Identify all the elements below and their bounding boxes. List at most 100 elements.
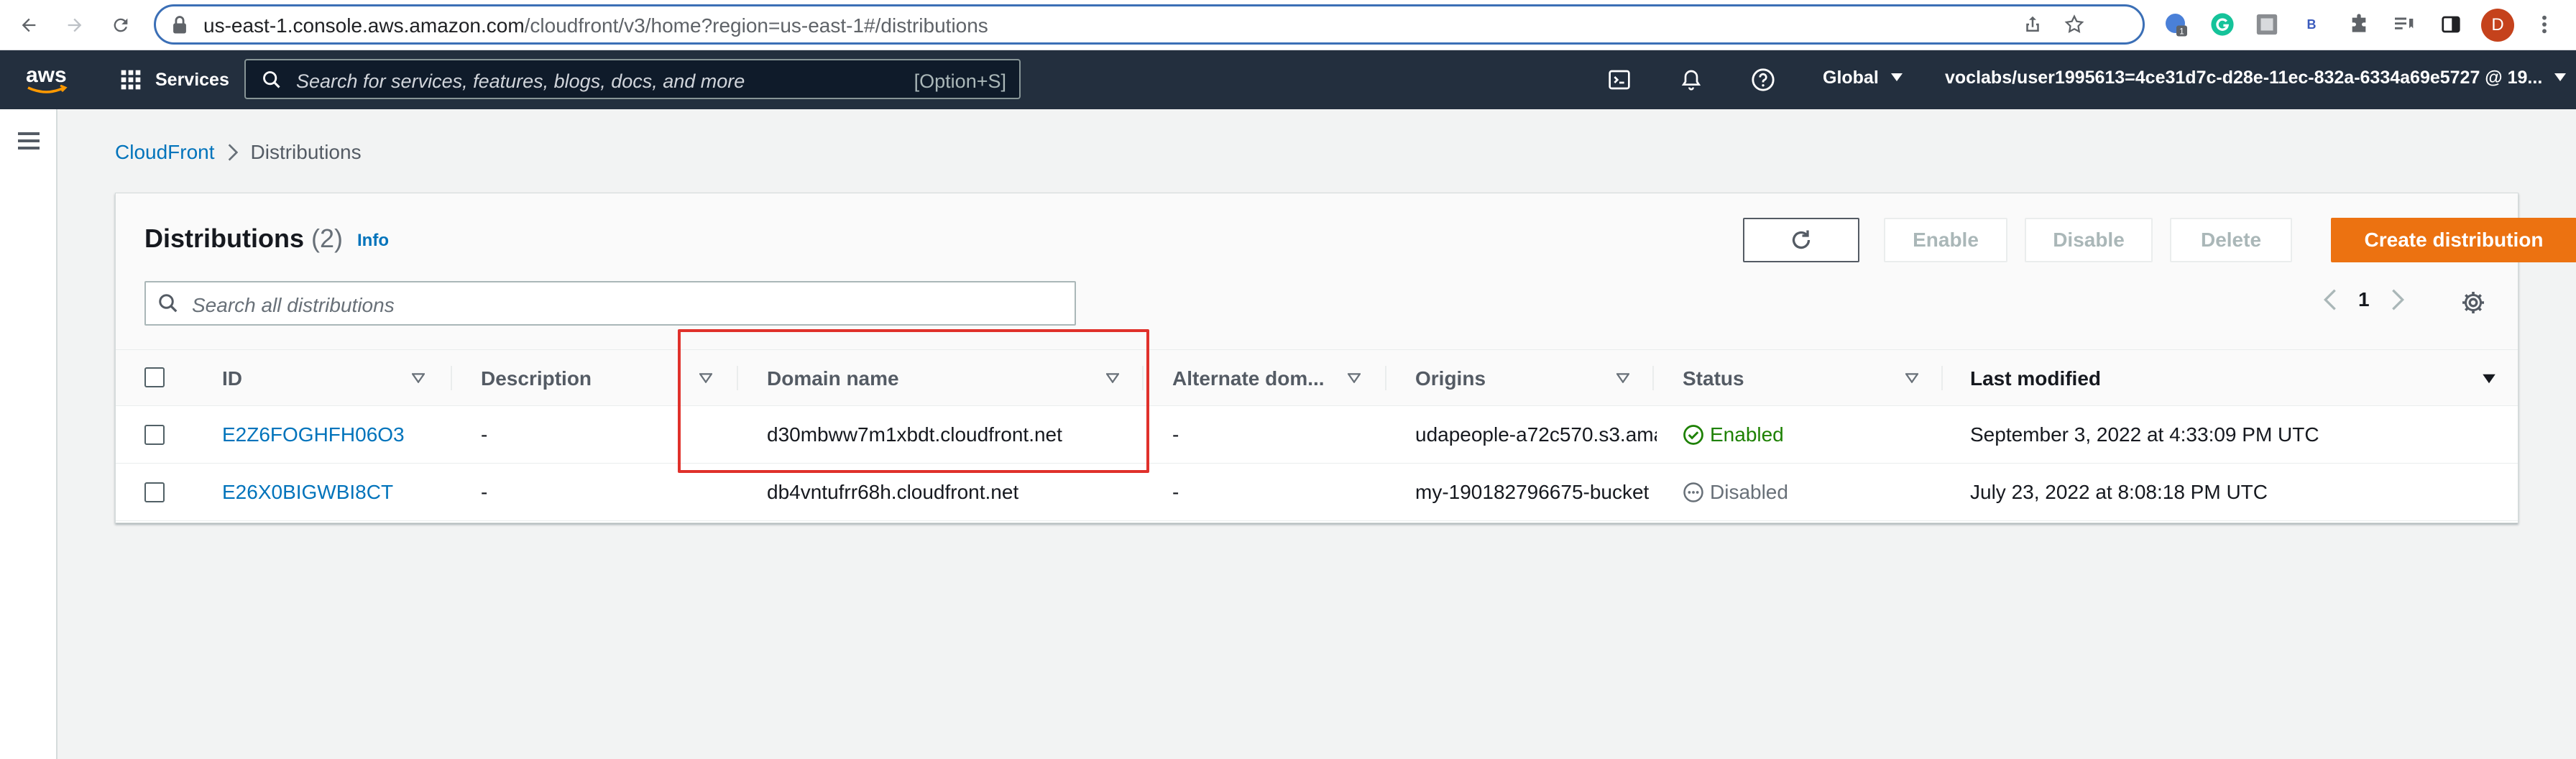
refresh-button[interactable] bbox=[1743, 218, 1859, 262]
caret-down-icon bbox=[1890, 73, 1903, 81]
browser-toolbar: us-east-1.console.aws.amazon.com/cloudfr… bbox=[0, 0, 2576, 50]
select-all-checkbox[interactable] bbox=[144, 367, 165, 387]
column-origins[interactable]: Origins bbox=[1415, 367, 1486, 390]
search-placeholder: Search all distributions bbox=[192, 294, 395, 316]
ellipsis-circle-icon bbox=[1683, 482, 1703, 502]
column-last-modified[interactable]: Last modified bbox=[1970, 367, 2101, 390]
breadcrumb-distributions: Distributions bbox=[250, 141, 362, 163]
help-icon[interactable] bbox=[1748, 65, 1778, 95]
column-divider[interactable] bbox=[1385, 366, 1386, 390]
search-placeholder: Search for services, features, blogs, do… bbox=[296, 70, 745, 92]
info-link[interactable]: Info bbox=[357, 231, 389, 251]
column-divider[interactable] bbox=[451, 366, 452, 390]
description-cell: - bbox=[481, 481, 488, 503]
account-label: voclabs/user1995613=4ce31d7c-d28e-11ec-8… bbox=[1945, 68, 2543, 88]
chrome-menu-icon[interactable] bbox=[2530, 10, 2559, 39]
status-badge: Disabled bbox=[1683, 481, 1788, 504]
image-extension-icon[interactable] bbox=[2253, 10, 2281, 39]
previous-page-icon[interactable] bbox=[2324, 289, 2337, 310]
page-title: Distributions (2) bbox=[144, 224, 343, 254]
side-navigation-rail bbox=[0, 109, 58, 759]
chevron-right-icon bbox=[228, 144, 238, 161]
profile-avatar[interactable]: D bbox=[2481, 9, 2514, 42]
current-page[interactable]: 1 bbox=[2358, 288, 2370, 311]
bookmark-star-icon[interactable] bbox=[2064, 14, 2085, 35]
services-label: Services bbox=[155, 69, 229, 90]
reading-list-icon[interactable] bbox=[2389, 10, 2418, 39]
cloudshell-icon[interactable] bbox=[1604, 65, 1634, 95]
aws-logo[interactable]: aws bbox=[26, 63, 72, 96]
next-page-icon[interactable] bbox=[2391, 289, 2404, 310]
status-badge: Enabled bbox=[1683, 423, 1784, 446]
svg-text:1: 1 bbox=[2179, 27, 2184, 37]
row-checkbox[interactable] bbox=[144, 482, 165, 502]
url-text[interactable]: us-east-1.console.aws.amazon.com/cloudfr… bbox=[203, 14, 988, 37]
title-text: Distributions bbox=[144, 224, 304, 253]
status-text: Disabled bbox=[1710, 481, 1788, 503]
search-icon bbox=[159, 294, 178, 313]
grid-icon bbox=[121, 70, 141, 90]
sort-icon[interactable] bbox=[412, 373, 425, 383]
origins-cell: udapeople-a72c570.s3.amazonaws.com bbox=[1415, 423, 1657, 446]
services-menu[interactable]: Services bbox=[119, 65, 229, 95]
domain-name-cell: db4vntufrr68h.cloudfront.net bbox=[767, 481, 1019, 503]
alternate-domain-cell: - bbox=[1172, 481, 1179, 503]
create-distribution-button[interactable]: Create distribution bbox=[2331, 218, 2576, 262]
breadcrumb: CloudFront Distributions bbox=[115, 141, 362, 164]
side-panel-icon[interactable] bbox=[2437, 10, 2465, 39]
aws-top-navigation: aws Services Search for services, featur… bbox=[0, 50, 2576, 109]
search-shortcut: [Option+S] bbox=[914, 70, 1006, 92]
lock-icon[interactable] bbox=[170, 15, 189, 35]
pagination: 1 bbox=[2324, 288, 2404, 311]
sort-descending-icon[interactable] bbox=[2482, 373, 2496, 385]
distribution-search-input[interactable]: Search all distributions bbox=[144, 281, 1076, 326]
sort-icon[interactable] bbox=[1616, 373, 1629, 383]
menu-hamburger-icon[interactable] bbox=[14, 126, 43, 155]
column-description[interactable]: Description bbox=[481, 367, 592, 390]
distribution-id-link[interactable]: E2Z6FOGHFH06O3 bbox=[222, 423, 405, 446]
highlight-annotation-box bbox=[678, 329, 1149, 473]
table-header: ID Description Domain name Alternate dom… bbox=[116, 350, 2518, 406]
distribution-id-link[interactable]: E26X0BIGWBI8CT bbox=[222, 481, 393, 504]
refresh-icon bbox=[1792, 230, 1811, 249]
address-bar[interactable]: us-east-1.console.aws.amazon.com/cloudfr… bbox=[154, 4, 2145, 45]
last-modified-cell: July 23, 2022 at 8:08:18 PM UTC bbox=[1970, 481, 2268, 503]
region-label: Global bbox=[1823, 68, 1879, 88]
share-icon[interactable] bbox=[2022, 14, 2043, 35]
origins-cell: my-190182796675-bucket bbox=[1415, 481, 1650, 503]
disable-button[interactable]: Disable bbox=[2025, 218, 2153, 262]
distribution-count: (2) bbox=[311, 224, 343, 253]
translate-extension-icon[interactable]: 1 bbox=[2162, 10, 2191, 39]
status-text: Enabled bbox=[1710, 423, 1784, 446]
settings-gear-icon[interactable] bbox=[2460, 290, 2486, 316]
account-menu[interactable]: voclabs/user1995613=4ce31d7c-d28e-11ec-8… bbox=[1945, 68, 2567, 88]
region-selector[interactable]: Global bbox=[1823, 68, 1903, 88]
grammarly-icon[interactable] bbox=[2208, 10, 2237, 39]
table-row[interactable]: E26X0BIGWBI8CT - db4vntufrr68h.cloudfron… bbox=[116, 464, 2518, 521]
column-divider[interactable] bbox=[1652, 366, 1654, 390]
sort-icon[interactable] bbox=[1905, 373, 1918, 383]
enable-button[interactable]: Enable bbox=[1884, 218, 2007, 262]
global-search-input[interactable]: Search for services, features, blogs, do… bbox=[244, 59, 1021, 99]
table-row[interactable]: E2Z6FOGHFH06O3 - d30mbww7m1xbdt.cloudfro… bbox=[116, 406, 2518, 464]
column-id[interactable]: ID bbox=[222, 367, 242, 390]
back-icon[interactable] bbox=[14, 11, 43, 40]
panel-header: Distributions (2) Info Enable Disable Del… bbox=[116, 193, 2576, 350]
notifications-bell-icon[interactable] bbox=[1676, 65, 1706, 95]
sort-icon[interactable] bbox=[1348, 373, 1361, 383]
description-cell: - bbox=[481, 423, 488, 446]
check-circle-icon bbox=[1683, 425, 1703, 445]
extensions-puzzle-icon[interactable] bbox=[2345, 10, 2373, 39]
search-icon bbox=[263, 71, 280, 88]
reload-icon[interactable] bbox=[106, 11, 135, 40]
alternate-domain-cell: - bbox=[1172, 423, 1179, 446]
column-status[interactable]: Status bbox=[1683, 367, 1744, 390]
b-extension-icon[interactable]: B bbox=[2297, 10, 2326, 39]
delete-button[interactable]: Delete bbox=[2170, 218, 2292, 262]
breadcrumb-cloudfront[interactable]: CloudFront bbox=[115, 141, 215, 164]
column-alternate-domain[interactable]: Alternate dom... bbox=[1172, 367, 1325, 390]
row-checkbox[interactable] bbox=[144, 425, 165, 445]
column-divider[interactable] bbox=[1941, 366, 1943, 390]
last-modified-cell: September 3, 2022 at 4:33:09 PM UTC bbox=[1970, 423, 2319, 446]
forward-icon[interactable] bbox=[60, 11, 89, 40]
